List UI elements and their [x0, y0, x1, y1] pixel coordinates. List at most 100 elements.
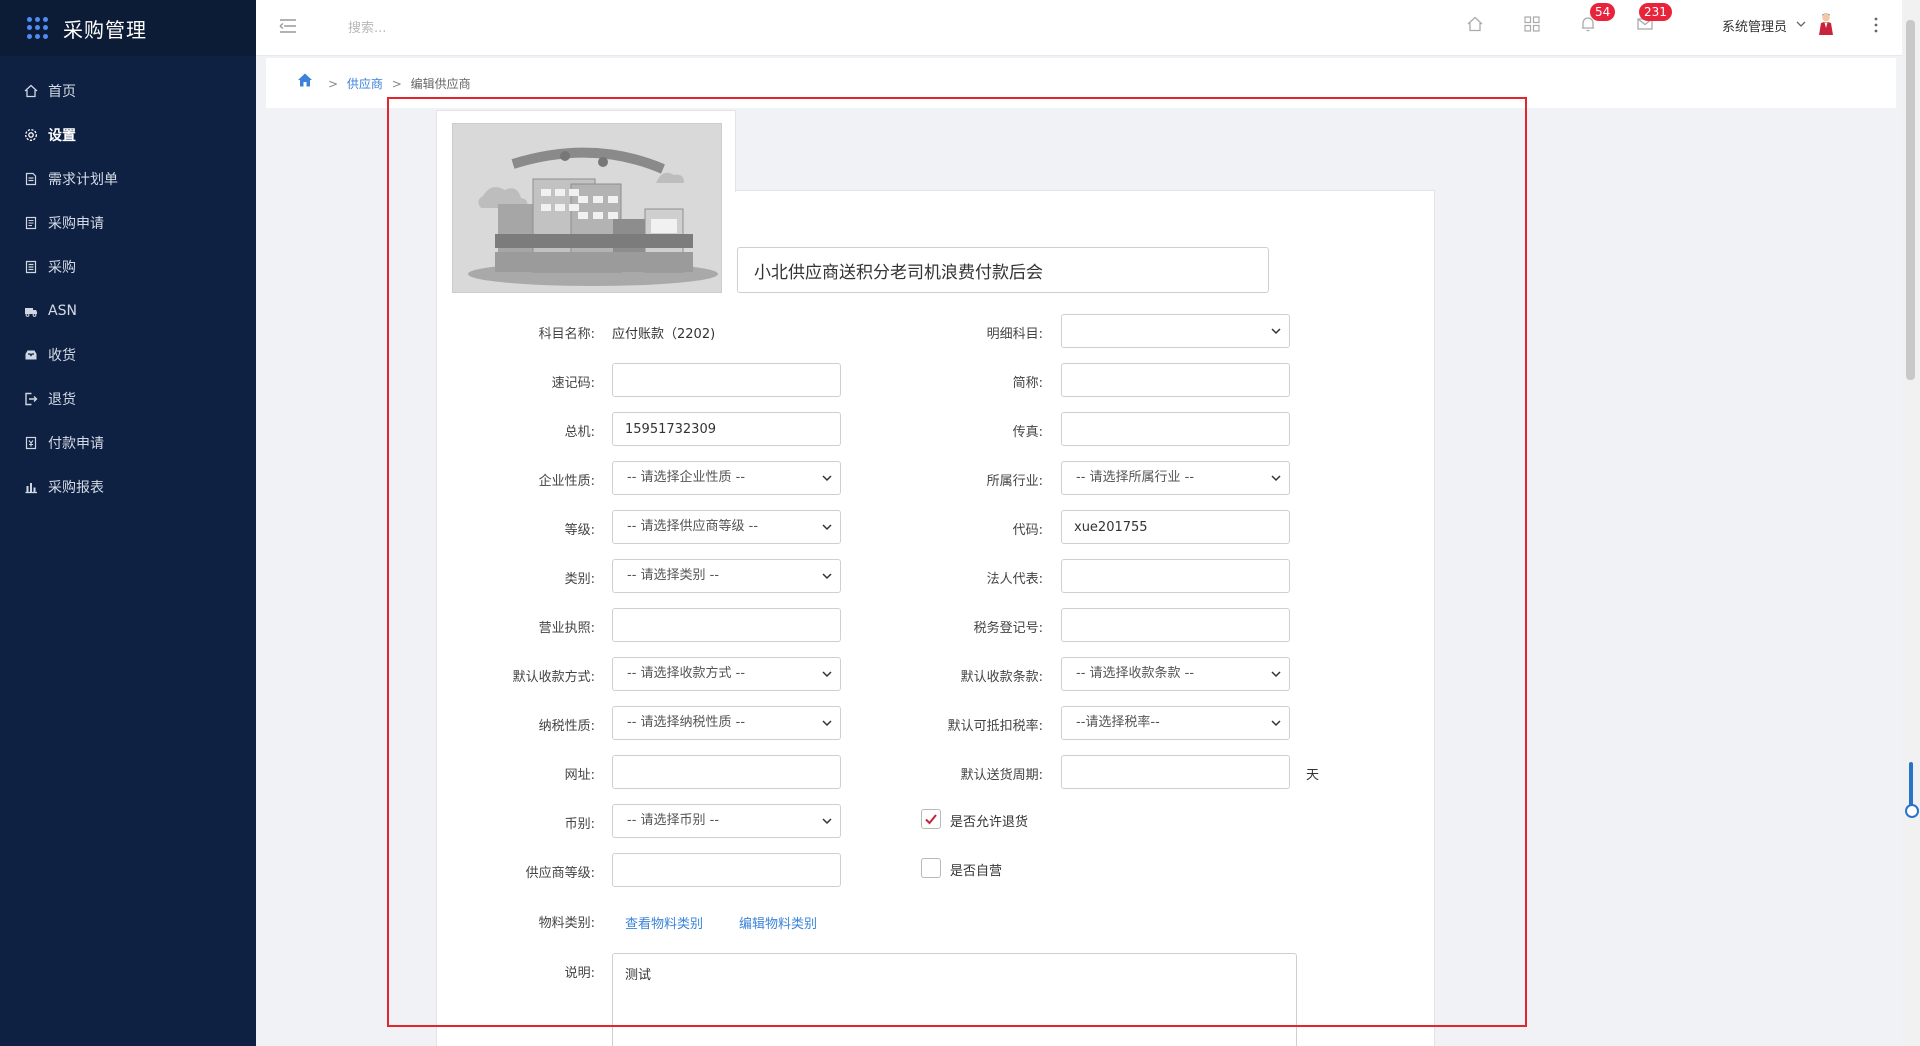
user-menu[interactable]: 系统管理员 [1722, 16, 1787, 35]
zoom-slider[interactable] [1905, 762, 1919, 818]
brand[interactable]: 采购管理 [0, 0, 256, 56]
website-label: 网址: [564, 768, 595, 783]
gear-icon [24, 128, 38, 142]
sidebar-item-payment-request[interactable]: 付款申请 [0, 421, 256, 465]
sidebar-item-label: 采购 [48, 260, 76, 276]
allow-return-checkbox[interactable] [921, 809, 941, 829]
home-icon[interactable] [297, 72, 313, 88]
switchboard-label: 总机: [564, 425, 595, 440]
home-icon[interactable] [1466, 15, 1484, 33]
inbox-icon [24, 348, 38, 362]
enterprise-type-select[interactable]: -- 请选择企业性质 -- [612, 461, 841, 495]
city-illustration [453, 124, 721, 292]
notifications-badge: 54 [1590, 3, 1616, 21]
grade-select[interactable]: -- 请选择供应商等级 -- [612, 510, 841, 544]
apps-icon[interactable] [1523, 15, 1541, 33]
chevron-down-icon [822, 818, 832, 825]
bar-chart-icon [24, 480, 38, 494]
sidebar-item-label: 收货 [48, 348, 76, 364]
chevron-down-icon [822, 671, 832, 678]
short-name-input[interactable] [1061, 363, 1290, 397]
sidebar-menu: 首页 设置 需求计划单 采购申请 采购 ASN 收货 退货 付款申请 采购报表 [0, 69, 256, 509]
legal-representative-label: 法人代表: [986, 572, 1043, 587]
home-icon [24, 84, 38, 98]
supplier-cover-image[interactable] [452, 123, 722, 293]
tax-registration-input[interactable] [1061, 608, 1290, 642]
enterprise-type-label: 企业性质: [538, 474, 595, 489]
chevron-down-icon [822, 475, 832, 482]
sidebar-item-home[interactable]: 首页 [0, 69, 256, 113]
sidebar-item-label: 设置 [48, 128, 76, 144]
more-vertical-icon[interactable] [1868, 16, 1884, 34]
deduct-rate-select[interactable]: --请选择税率-- [1061, 706, 1290, 740]
sidebar-item-asn[interactable]: ASN [0, 289, 256, 333]
website-input[interactable] [612, 755, 841, 789]
scrollbar-thumb[interactable] [1906, 20, 1915, 380]
fax-input[interactable] [1061, 412, 1290, 446]
app-title: 采购管理 [63, 17, 147, 42]
self-operated-label: 是否自营 [950, 864, 1003, 879]
select-value: -- 请选择供应商等级 -- [627, 519, 759, 534]
delivery-cycle-input[interactable] [1061, 755, 1290, 789]
breadcrumb-separator: > [328, 77, 339, 91]
edit-material-category-link[interactable]: 编辑物料类别 [739, 913, 817, 932]
chevron-down-icon [1271, 328, 1281, 335]
breadcrumb-suppliers[interactable]: 供应商 [347, 77, 383, 91]
chevron-down-icon[interactable] [1796, 19, 1806, 29]
business-license-label: 营业执照: [538, 621, 595, 636]
select-value: --请选择税率-- [1076, 715, 1160, 730]
remark-textarea[interactable]: 测试 [612, 953, 1297, 1046]
chevron-down-icon [1271, 720, 1281, 727]
business-license-input[interactable] [612, 608, 841, 642]
mnemonic-label: 速记码: [551, 376, 595, 391]
detail-subject-select[interactable] [1061, 314, 1290, 348]
supplier-name-input[interactable] [737, 247, 1269, 293]
fax-label: 传真: [1012, 425, 1043, 440]
deduct-rate-label: 默认可抵扣税率: [947, 719, 1043, 734]
payment-method-select[interactable]: -- 请选择收款方式 -- [612, 657, 841, 691]
self-operated-checkbox[interactable] [921, 858, 941, 878]
category-select[interactable]: -- 请选择类别 -- [612, 559, 841, 593]
mnemonic-input[interactable] [612, 363, 841, 397]
select-value: -- 请选择收款条款 -- [1076, 666, 1195, 681]
switchboard-input[interactable] [612, 412, 841, 446]
select-value: -- 请选择收款方式 -- [627, 666, 746, 681]
sidebar-item-purchase[interactable]: 采购 [0, 245, 256, 289]
search-input[interactable] [348, 16, 528, 40]
chevron-down-icon [1271, 475, 1281, 482]
code-input[interactable] [1061, 510, 1290, 544]
currency-label: 币别: [564, 817, 595, 832]
sidebar-item-return[interactable]: 退货 [0, 377, 256, 421]
grade-label: 等级: [564, 523, 595, 538]
industry-select[interactable]: -- 请选择所属行业 -- [1061, 461, 1290, 495]
supplier-level-input[interactable] [612, 853, 841, 887]
currency-select[interactable]: -- 请选择币别 -- [612, 804, 841, 838]
breadcrumb: > 供应商 > 编辑供应商 [323, 75, 471, 92]
tax-registration-label: 税务登记号: [973, 621, 1043, 636]
sidebar-item-demand-plan[interactable]: 需求计划单 [0, 157, 256, 201]
delivery-cycle-unit: 天 [1306, 768, 1320, 783]
select-value: -- 请选择所属行业 -- [1076, 470, 1195, 485]
allow-return-label: 是否允许退货 [950, 815, 1029, 830]
sidebar-item-settings[interactable]: 设置 [0, 113, 256, 157]
sidebar-item-label: 首页 [48, 84, 76, 100]
sidebar-item-label: 退货 [48, 392, 76, 408]
remark-label: 说明: [564, 966, 595, 981]
sidebar-item-purchase-request[interactable]: 采购申请 [0, 201, 256, 245]
sidebar: 采购管理 首页 设置 需求计划单 采购申请 采购 ASN 收货 退货 付款申请 … [0, 0, 256, 1046]
document-icon [24, 172, 38, 186]
sidebar-item-purchase-report[interactable]: 采购报表 [0, 465, 256, 509]
tax-nature-select[interactable]: -- 请选择纳税性质 -- [612, 706, 841, 740]
short-name-label: 简称: [1012, 376, 1043, 391]
menu-toggle-icon[interactable] [278, 16, 298, 36]
legal-representative-input[interactable] [1061, 559, 1290, 593]
subject-name-label: 科目名称: [538, 327, 595, 342]
checkmark-icon [925, 814, 937, 825]
avatar[interactable] [1817, 12, 1835, 36]
view-material-category-link[interactable]: 查看物料类别 [625, 913, 703, 932]
payment-terms-select[interactable]: -- 请选择收款条款 -- [1061, 657, 1290, 691]
sidebar-item-receiving[interactable]: 收货 [0, 333, 256, 377]
page-scrollbar[interactable] [1902, 0, 1920, 1046]
payment-icon [24, 436, 38, 450]
top-header: 54 231 系统管理员 [256, 0, 1902, 56]
